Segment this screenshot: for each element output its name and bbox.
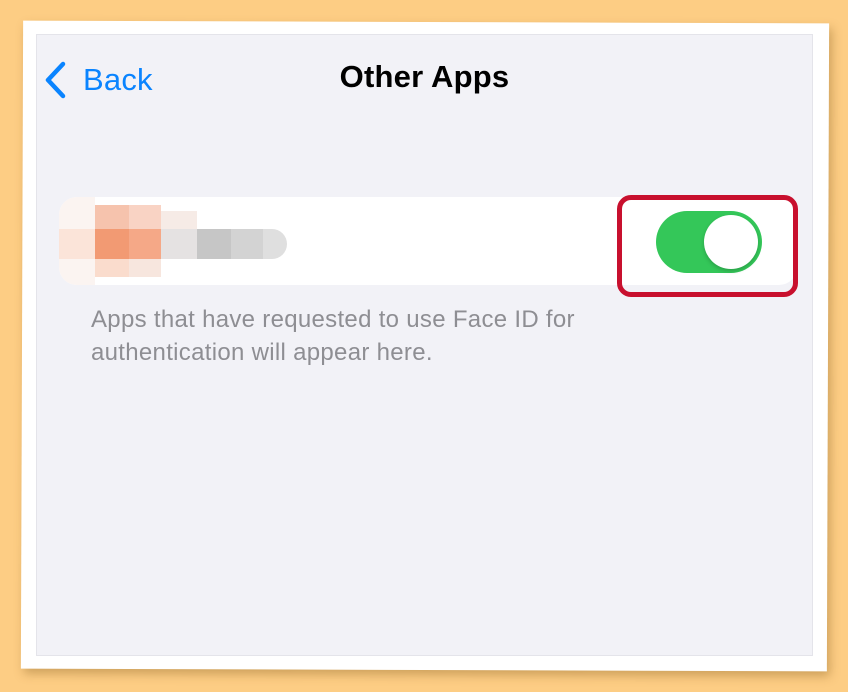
footnote-text: Apps that have requested to use Face ID … — [91, 306, 575, 366]
blurred-app-icon — [59, 197, 299, 285]
settings-screen: Back Other Apps Apps that have requested… — [36, 34, 813, 656]
page-title: Other Apps — [339, 59, 510, 94]
highlight-annotation — [617, 195, 798, 297]
navigation-bar: Back Other Apps — [37, 35, 812, 125]
